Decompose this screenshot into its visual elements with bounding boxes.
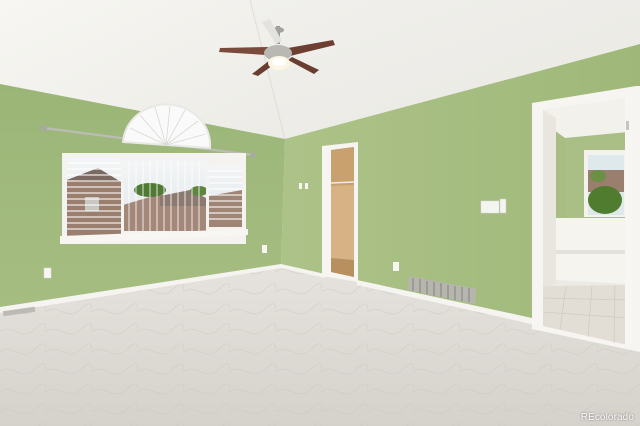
main-window: [60, 153, 248, 244]
watermark-text: REcolorado: [580, 412, 634, 423]
closet-doorway: [322, 142, 358, 282]
room-illustration: [0, 0, 640, 426]
light-switch: [480, 200, 500, 214]
bathroom-doorway: [532, 86, 640, 352]
outlet-left-2: [262, 245, 267, 253]
outlet-left: [43, 267, 52, 279]
outlet-right: [393, 262, 399, 271]
thermostat: [499, 198, 507, 214]
room-photo: REcolorado: [0, 0, 640, 426]
